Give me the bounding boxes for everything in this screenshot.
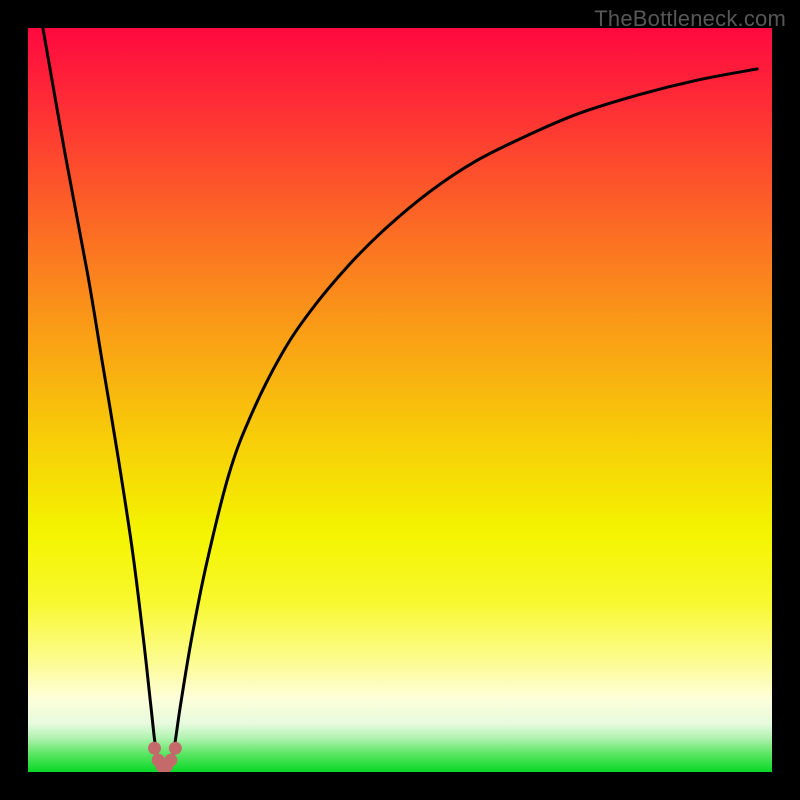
watermark-text: TheBottleneck.com	[594, 6, 786, 32]
gradient-background	[28, 28, 772, 772]
chart-svg	[28, 28, 772, 772]
minimum-marker	[148, 742, 161, 755]
plot-area	[28, 28, 772, 772]
minimum-marker	[169, 742, 182, 755]
minimum-marker	[164, 754, 177, 767]
chart-frame: TheBottleneck.com	[0, 0, 800, 800]
